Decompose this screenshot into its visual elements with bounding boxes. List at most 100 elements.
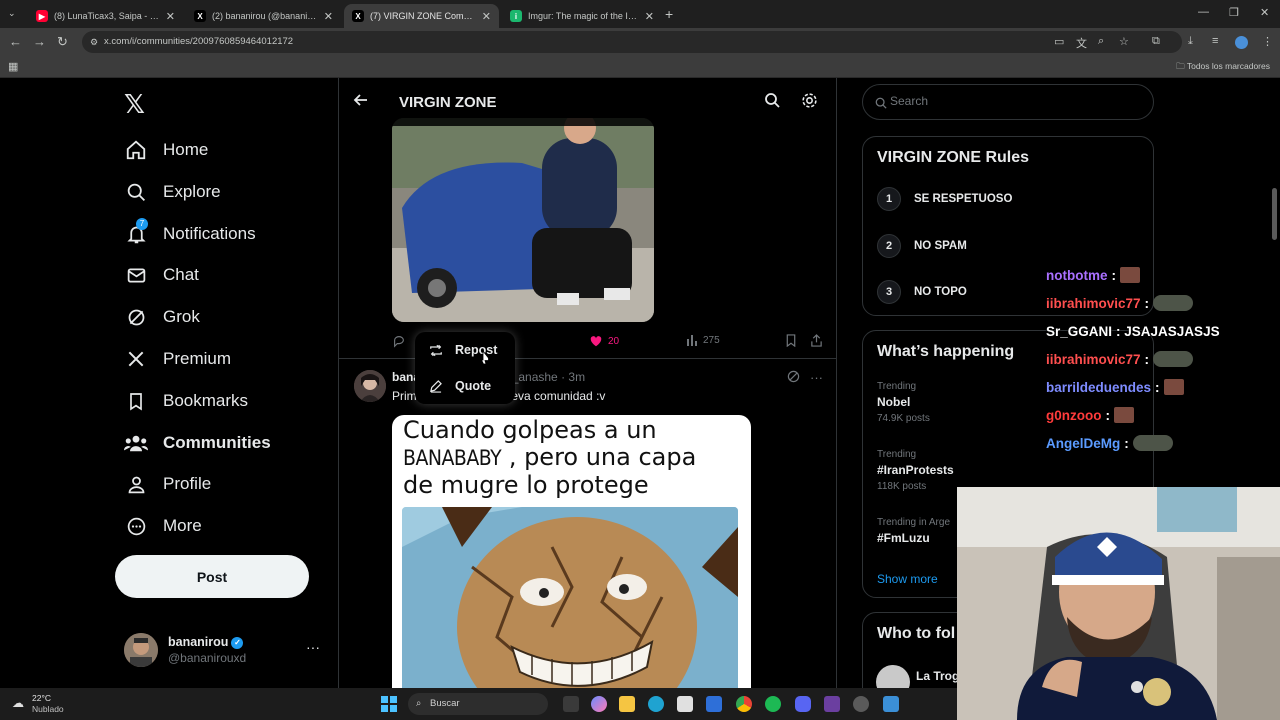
sidebar-item-bookmarks[interactable]: Bookmarks <box>124 386 248 416</box>
handle-time: u_anashe · 3m <box>505 370 586 384</box>
taskbar-search[interactable]: ⌕ Buscar <box>408 693 548 715</box>
rule-text: NO TOPO <box>914 286 967 298</box>
trend-item[interactable]: Trending in Arge #FmLuzu <box>877 517 950 545</box>
obs-icon[interactable] <box>824 696 840 712</box>
meme-artwork <box>402 507 738 688</box>
trend-item[interactable]: Trending #IranProtests 118K posts <box>877 449 954 492</box>
chrome-icon[interactable] <box>736 696 752 712</box>
close-tab-icon[interactable]: ✕ <box>166 10 175 23</box>
post-image[interactable] <box>392 118 654 322</box>
back-arrow-icon[interactable] <box>353 92 369 112</box>
rule-item[interactable]: 2 NO SPAM <box>877 234 967 258</box>
close-window-button[interactable]: ✕ <box>1260 6 1269 19</box>
sidebar-item-grok[interactable]: Grok <box>124 302 200 332</box>
sidebar-item-communities[interactable]: Communities <box>124 428 271 458</box>
menu-dots-icon[interactable]: ⋮ <box>1262 35 1273 48</box>
chat-text: : <box>1105 407 1111 423</box>
tab-2[interactable]: X (2) bananirou (@bananirouxd) / ✕ <box>186 4 341 28</box>
trend-title: #FmLuzu <box>877 531 930 545</box>
all-bookmarks-link[interactable]: 🗀 Todos los marcadores <box>1176 61 1270 75</box>
search-icon[interactable] <box>764 92 780 113</box>
site-info-icon[interactable]: ⚙ <box>90 31 98 53</box>
notepad-icon[interactable] <box>883 696 899 712</box>
rule-item[interactable]: 1 SE RESPETUOSO <box>877 187 1012 211</box>
tab-1[interactable]: ▶ (8) LunaTicax3, Saipa - EXTASIS ✕ <box>28 4 183 28</box>
mail-icon[interactable] <box>706 696 722 712</box>
search-box[interactable] <box>862 84 1154 120</box>
download-icon[interactable]: ⤓ <box>1188 35 1193 48</box>
divider <box>339 358 836 359</box>
address-bar[interactable]: ⚙ x.com/i/communities/200976085946401217… <box>82 31 1182 53</box>
post-image[interactable]: Cuando golpeas a un BANABABY , pero una … <box>392 415 751 688</box>
x-logo-icon[interactable]: 𝕏 <box>124 90 145 120</box>
search-input[interactable] <box>890 94 1130 108</box>
sidebar-item-label: Communities <box>163 433 271 452</box>
sidebar-item-notifications[interactable]: 7 Notifications <box>124 218 256 249</box>
more-dots-icon[interactable]: ··· <box>810 370 823 385</box>
bar-chart-icon <box>687 335 697 346</box>
profile-avatar-icon[interactable] <box>1235 36 1248 49</box>
spotify-icon[interactable] <box>765 696 781 712</box>
sidebar-item-explore[interactable]: Explore <box>124 177 221 207</box>
share-button[interactable] <box>810 334 823 347</box>
reload-icon[interactable]: ↻ <box>57 34 68 50</box>
post-button[interactable]: Post <box>115 555 309 598</box>
rule-item[interactable]: 3 NO TOPO <box>877 280 967 304</box>
tab-3[interactable]: X (7) VIRGIN ZONE Community / ✕ <box>344 4 499 28</box>
tab-4[interactable]: i Imgur: The magic of the Interne ✕ <box>502 4 662 28</box>
more-dots-icon[interactable]: ··· <box>306 639 320 655</box>
bookmark-star-icon[interactable]: ☆ <box>1119 35 1129 48</box>
page-scrollbar[interactable] <box>1272 188 1277 240</box>
chat-text: : <box>1144 351 1150 367</box>
pencil-icon <box>429 379 443 393</box>
x-icon: X <box>194 10 206 22</box>
quote-menu-item[interactable]: Quote <box>429 376 491 396</box>
restore-button[interactable]: ❐ <box>1229 6 1239 19</box>
grok-icon[interactable] <box>787 370 800 386</box>
copilot-icon[interactable] <box>591 696 607 712</box>
settings-gear-icon[interactable] <box>853 696 869 712</box>
grok-icon <box>124 305 148 329</box>
edge-icon[interactable] <box>648 696 664 712</box>
zoom-icon[interactable]: ⌕ <box>1098 35 1104 48</box>
store-icon[interactable] <box>677 696 693 712</box>
bookmark-button[interactable] <box>785 334 797 347</box>
sidebar-item-more[interactable]: More <box>124 511 202 541</box>
file-explorer-icon[interactable] <box>619 696 635 712</box>
close-tab-icon[interactable]: ✕ <box>482 10 491 23</box>
show-more-link[interactable]: Show more <box>877 572 938 586</box>
avatar[interactable] <box>354 370 386 402</box>
chat-message: AngelDeMg: <box>1046 434 1173 452</box>
sidebar-item-chat[interactable]: Chat <box>124 260 199 290</box>
sidebar-item-profile[interactable]: Profile <box>124 469 211 499</box>
chat-message: barrildeduendes: <box>1046 378 1184 396</box>
translate-icon[interactable]: 文 <box>1076 35 1087 51</box>
close-tab-icon[interactable]: ✕ <box>324 10 333 23</box>
tab-title: (8) LunaTicax3, Saipa - EXTASIS <box>54 11 160 21</box>
suggested-user-name[interactable]: La Trog <box>916 669 959 683</box>
views-button[interactable]: 275 <box>686 334 720 346</box>
minimize-button[interactable]: — <box>1198 6 1209 18</box>
sidebar-item-premium[interactable]: Premium <box>124 344 231 374</box>
close-tab-icon[interactable]: ✕ <box>645 10 654 23</box>
discord-icon[interactable] <box>795 696 811 712</box>
install-icon[interactable]: ▭ <box>1054 35 1064 48</box>
account-switcher[interactable]: bananirou ✓ @bananirouxd ··· <box>124 631 324 671</box>
chat-message: Sr_GGANI: JSAJASJASJS <box>1046 322 1220 340</box>
new-tab-button[interactable]: + <box>665 6 673 22</box>
windows-start-icon[interactable] <box>381 696 397 712</box>
chat-username: iibrahimovic77 <box>1046 351 1141 367</box>
reading-list-icon[interactable]: ≡ <box>1212 35 1218 47</box>
task-view-icon[interactable] <box>563 696 579 712</box>
extensions-icon[interactable]: ⧉ <box>1152 35 1160 48</box>
forward-arrow-icon[interactable]: → <box>33 34 46 49</box>
settings-gear-icon[interactable] <box>801 92 818 114</box>
tab-list-icon[interactable]: ⌄ <box>8 8 16 19</box>
browser-toolbar: ← → ↻ ⚙ x.com/i/communities/200976085946… <box>0 28 1280 56</box>
back-arrow-icon[interactable]: ← <box>9 34 22 49</box>
reply-button[interactable] <box>392 334 406 348</box>
trend-item[interactable]: Trending Nobel 74.9K posts <box>877 381 930 424</box>
sidebar-item-home[interactable]: Home <box>124 135 208 165</box>
like-button[interactable]: 20 <box>589 334 619 348</box>
apps-grid-icon[interactable]: ▦ <box>8 60 18 73</box>
